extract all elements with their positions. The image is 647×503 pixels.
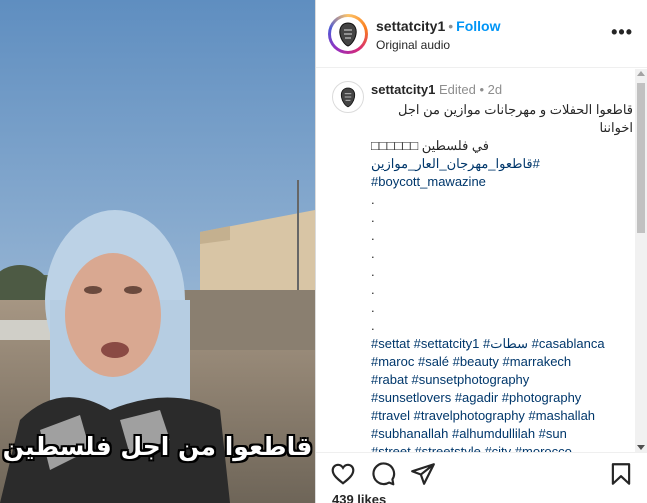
action-bar	[316, 452, 647, 492]
caption-username[interactable]: settatcity1	[371, 82, 435, 97]
caption-avatar[interactable]	[332, 81, 364, 113]
follow-button[interactable]: Follow	[456, 18, 500, 34]
caption-meta: settatcity1 Edited • 2d	[371, 81, 633, 99]
caption-line-2: في فلسطين □□□□□□	[371, 138, 489, 153]
hashtag-line[interactable]: #travel #travelphotography #mashallah	[371, 407, 633, 425]
post-header: settatcity1 • Follow Original audio •••	[316, 0, 647, 68]
dot-line: .	[371, 300, 375, 315]
video-caption-overlay: قاطعوا من اجل فلسطين	[2, 432, 313, 461]
more-options-icon[interactable]: •••	[611, 22, 633, 43]
original-audio-link[interactable]: Original audio	[376, 38, 450, 52]
caption-scrollbar[interactable]	[635, 69, 647, 452]
hashtag-line[interactable]: #street #streetstyle #city #morocco	[371, 443, 633, 452]
dot-line: .	[371, 318, 375, 333]
hashtag-link[interactable]: #قاطعوا_مهرجان_العار_موازين	[371, 155, 633, 173]
hashtag-link[interactable]: #boycott_mawazine	[371, 173, 633, 191]
likes-count[interactable]: 439 likes	[332, 492, 386, 503]
hashtag-line[interactable]: #maroc #salé #beauty #marrakech	[371, 353, 633, 371]
dot-line: .	[371, 192, 375, 207]
header-username[interactable]: settatcity1	[376, 18, 445, 34]
caption-body: settatcity1 Edited • 2d قاطعوا الحفلات و…	[371, 81, 633, 452]
post-video[interactable]: قاطعوا من اجل فلسطين	[0, 0, 315, 503]
hashtag-line[interactable]: #settat #settatcity1 #سطات #casablanca	[371, 335, 633, 353]
dot-line: .	[371, 228, 375, 243]
video-frame-image	[0, 0, 315, 503]
comment-icon[interactable]	[370, 461, 396, 487]
share-icon[interactable]	[410, 461, 436, 487]
profile-emblem-icon	[339, 22, 357, 47]
caption-separator: •	[479, 82, 484, 97]
bookmark-icon[interactable]	[608, 461, 634, 487]
edited-label: Edited	[438, 82, 476, 97]
hashtag-line[interactable]: #rabat #sunsetphotography	[371, 371, 633, 389]
header-separator: •	[448, 18, 454, 34]
story-ring[interactable]	[328, 14, 368, 54]
avatar[interactable]	[331, 17, 365, 51]
caption-area: settatcity1 Edited • 2d قاطعوا الحفلات و…	[316, 69, 636, 452]
scroll-down-arrow-icon[interactable]	[637, 445, 645, 450]
caption-line-1: قاطعوا الحفلات و مهرجانات موازين من اجل …	[398, 102, 633, 135]
dot-line: .	[371, 264, 375, 279]
dot-line: .	[371, 210, 375, 225]
scroll-thumb[interactable]	[637, 83, 645, 233]
dot-line: .	[371, 282, 375, 297]
post-side-panel: settatcity1 • Follow Original audio ••• se…	[315, 0, 647, 503]
hashtag-line[interactable]: #subhanallah #alhumdullilah #sun	[371, 425, 633, 443]
scroll-up-arrow-icon[interactable]	[637, 71, 645, 76]
hashtag-line[interactable]: #sunsetlovers #agadir #photography	[371, 389, 633, 407]
heart-icon[interactable]	[330, 461, 356, 487]
profile-emblem-icon	[340, 87, 356, 108]
caption-dots: . . . . . . . .	[371, 191, 633, 335]
dot-line: .	[371, 246, 375, 261]
caption-time[interactable]: 2d	[488, 82, 502, 97]
header-user-line: settatcity1 • Follow	[376, 18, 501, 34]
